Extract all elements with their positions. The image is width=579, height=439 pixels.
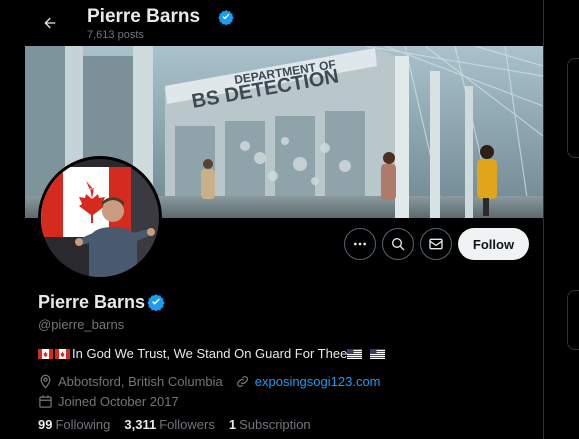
post-count: 7,613 posts [87, 29, 144, 41]
followers-count: 3,311 [124, 417, 157, 432]
profile-location: Abbotsford, British Columbia [58, 374, 223, 389]
profile-joined-row: Joined October 2017 [38, 394, 179, 409]
more-icon [354, 242, 366, 246]
back-arrow-icon [44, 17, 56, 29]
back-button[interactable] [37, 10, 63, 36]
subscription-stat[interactable]: 1 Subscription [229, 417, 311, 432]
profile-header-bar: Pierre Barns 7,613 posts [25, 0, 543, 46]
profile-joined-date: Joined October 2017 [58, 394, 179, 409]
bio-text: In God We Trust, We Stand On Guard For T… [72, 346, 348, 361]
us-flag-icon [347, 348, 363, 359]
us-flag-icon [370, 348, 386, 359]
following-label: Following [55, 417, 111, 432]
search-icon [392, 238, 405, 251]
profile-bio: In God We Trust, We Stand On Guard For T… [38, 346, 387, 361]
subscription-count: 1 [228, 417, 237, 432]
profile-website-link[interactable]: exposingsogi123.com [255, 374, 381, 389]
subscription-label: Subscription [239, 417, 311, 432]
location-icon [40, 374, 51, 389]
followers-stat[interactable]: 3,311 Followers [124, 417, 214, 432]
profile-avatar[interactable] [38, 156, 162, 280]
sidebar-card-edge [567, 58, 579, 158]
following-count: 99 [38, 417, 53, 432]
link-icon [236, 376, 248, 387]
canada-flag-icon [38, 348, 53, 359]
sidebar-card-edge [567, 290, 579, 350]
following-stat[interactable]: 99 Following [38, 417, 110, 432]
canada-flag-icon [55, 348, 70, 359]
verified-badge-icon [218, 10, 234, 25]
follow-button[interactable]: Follow [458, 228, 529, 260]
profile-name: Pierre Barns [38, 292, 146, 312]
followers-label: Followers [159, 417, 215, 432]
profile-stats: 99 Following 3,311 Followers 1 Subscription [38, 417, 311, 432]
message-button[interactable] [420, 228, 452, 260]
verified-badge-icon [147, 294, 165, 311]
message-icon [429, 238, 443, 250]
header-name: Pierre Barns [87, 6, 201, 27]
profile-handle: @pierre_barns [38, 317, 125, 332]
calendar-icon [39, 395, 52, 408]
profile-meta-row: Abbotsford, British Columbia exposingsog… [38, 374, 381, 389]
search-profile-button[interactable] [382, 228, 414, 260]
more-options-button[interactable] [344, 228, 376, 260]
